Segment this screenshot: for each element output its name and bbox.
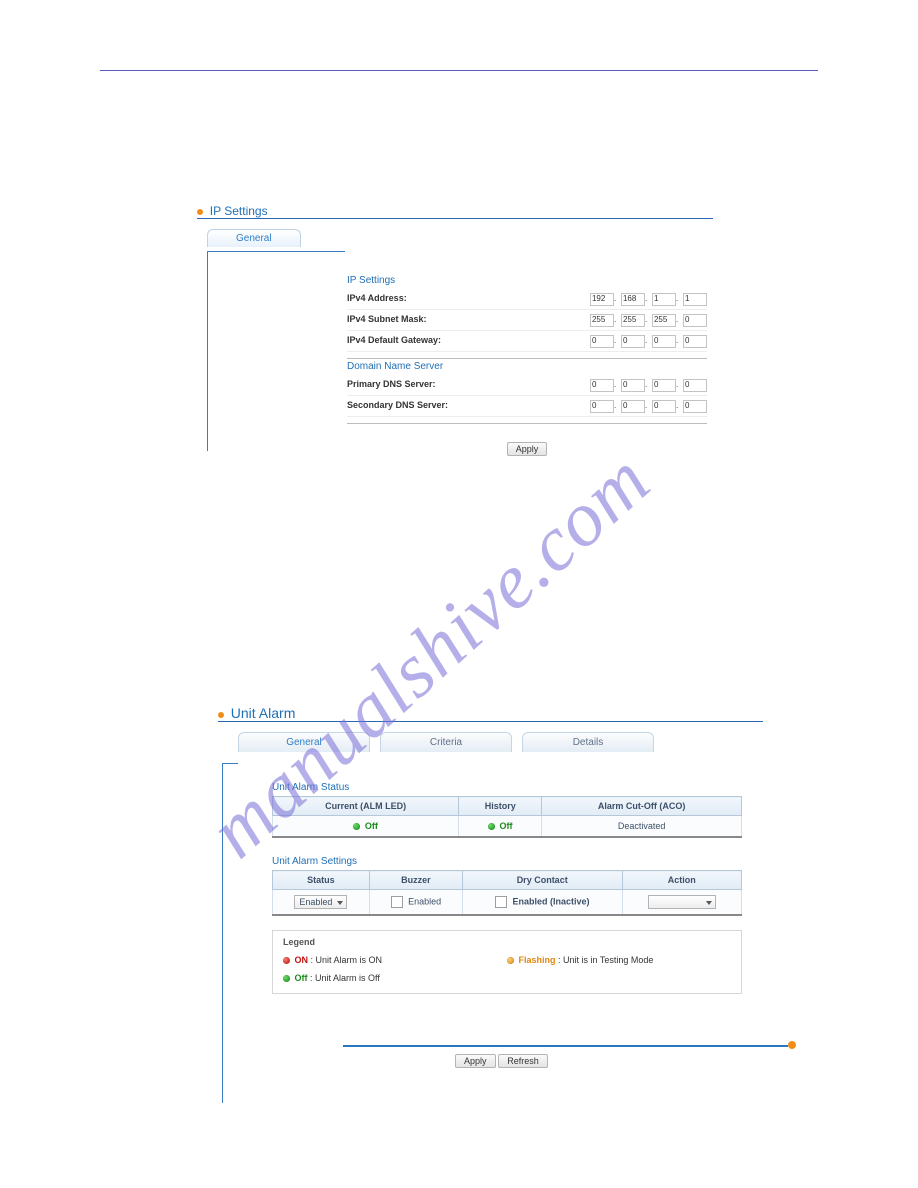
- panel-heading-row: Unit Alarm: [218, 705, 763, 721]
- buzzer-label: Enabled: [408, 896, 441, 906]
- row-primary-dns: Primary DNS Server: 0. 0. 0. 0: [347, 375, 707, 396]
- pdns-oct1[interactable]: 0: [590, 379, 614, 392]
- tab-frame-top: [207, 251, 345, 252]
- pdns-oct4[interactable]: 0: [683, 379, 707, 392]
- ipv4-address-oct1[interactable]: 192: [590, 293, 614, 306]
- action-select[interactable]: [648, 895, 716, 909]
- led-red-icon: [283, 957, 290, 964]
- gw-oct3[interactable]: 0: [652, 335, 676, 348]
- label-ipv4-subnet: IPv4 Subnet Mask:: [347, 314, 427, 324]
- row-ipv4-address: IPv4 Address: 192. 168. 1. 1: [347, 289, 707, 310]
- sdns-oct4[interactable]: 0: [683, 400, 707, 413]
- title-rule: [197, 218, 713, 219]
- status-select[interactable]: Enabled: [294, 895, 347, 909]
- sdns-oct2[interactable]: 0: [621, 400, 645, 413]
- label-ipv4-gateway: IPv4 Default Gateway:: [347, 335, 441, 345]
- apply-button[interactable]: Apply: [507, 442, 548, 456]
- pdns-oct3[interactable]: 0: [652, 379, 676, 392]
- gw-oct4[interactable]: 0: [683, 335, 707, 348]
- legend-on: ON : Unit Alarm is ON: [283, 955, 507, 965]
- legend-title: Legend: [283, 937, 731, 947]
- ip-settings-title: IP Settings: [210, 204, 268, 218]
- row-ipv4-subnet: IPv4 Subnet Mask: 255. 255. 255. 0: [347, 310, 707, 331]
- subnet-oct4[interactable]: 0: [683, 314, 707, 327]
- gw-oct1[interactable]: 0: [590, 335, 614, 348]
- ua-settings-head: Unit Alarm Settings: [272, 856, 742, 867]
- val-status: Enabled: [273, 890, 370, 916]
- gw-oct2[interactable]: 0: [621, 335, 645, 348]
- val-dry: Enabled (Inactive): [462, 890, 622, 916]
- dry-label: Enabled (Inactive): [512, 896, 589, 906]
- val-aco: Deactivated: [542, 816, 742, 838]
- legend-flashing: Flashing : Unit is in Testing Mode: [507, 955, 731, 965]
- section-divider-2: [347, 423, 707, 424]
- led-orange-icon: [507, 957, 514, 964]
- buzzer-checkbox[interactable]: [391, 896, 403, 908]
- unit-alarm-title: Unit Alarm: [231, 705, 296, 721]
- tab-general[interactable]: General: [207, 229, 301, 247]
- val-buzzer: Enabled: [369, 890, 462, 916]
- row-secondary-dns: Secondary DNS Server: 0. 0. 0. 0: [347, 396, 707, 417]
- tab-frame-left: [207, 251, 208, 451]
- ua-settings-table: Status Buzzer Dry Contact Action Enabled…: [272, 870, 742, 916]
- tab-criteria[interactable]: Criteria: [380, 732, 512, 752]
- led-green-icon: [283, 975, 290, 982]
- header-rule: [100, 70, 818, 71]
- ua-status-table: Current (ALM LED) History Alarm Cut-Off …: [272, 796, 742, 838]
- tab-details[interactable]: Details: [522, 732, 654, 752]
- col-action: Action: [622, 871, 742, 890]
- row-ipv4-gateway: IPv4 Default Gateway: 0. 0. 0. 0: [347, 331, 707, 352]
- sdns-oct1[interactable]: 0: [590, 400, 614, 413]
- val-history: Off: [459, 816, 542, 838]
- ua-content: Unit Alarm Status Current (ALM LED) Hist…: [272, 782, 742, 994]
- col-buzzer: Buzzer: [369, 871, 462, 890]
- label-secondary-dns: Secondary DNS Server:: [347, 400, 448, 410]
- ip-form: IP Settings IPv4 Address: 192. 168. 1. 1…: [347, 275, 707, 456]
- ua-frame-top: [222, 763, 238, 764]
- label-primary-dns: Primary DNS Server:: [347, 379, 436, 389]
- pdns-oct2[interactable]: 0: [621, 379, 645, 392]
- val-action: [622, 890, 742, 916]
- led-green-icon: [353, 823, 360, 830]
- bullet-icon: [197, 209, 203, 215]
- footer-rule: [343, 1045, 788, 1047]
- ua-status-head: Unit Alarm Status: [272, 782, 742, 793]
- ua-tab-row: General Criteria Details: [218, 732, 763, 752]
- ip-section-head: IP Settings: [347, 275, 707, 286]
- val-current: Off: [273, 816, 459, 838]
- col-status: Status: [273, 871, 370, 890]
- legend-box: Legend ON : Unit Alarm is ON Flashing : …: [272, 930, 742, 994]
- footer-refresh-button[interactable]: Refresh: [498, 1054, 548, 1068]
- unit-alarm-panel: Unit Alarm General Criteria Details Unit…: [218, 705, 763, 994]
- led-green-icon: [488, 823, 495, 830]
- label-ipv4-address: IPv4 Address:: [347, 293, 407, 303]
- ipv4-address-oct2[interactable]: 168: [621, 293, 645, 306]
- ip-settings-panel: IP Settings General IP Settings IPv4 Add…: [197, 204, 713, 456]
- col-aco: Alarm Cut-Off (ACO): [542, 797, 742, 816]
- legend-off: Off : Unit Alarm is Off: [283, 973, 507, 983]
- subnet-oct1[interactable]: 255: [590, 314, 614, 327]
- footer-button-row: Apply Refresh: [455, 1054, 548, 1068]
- title-rule-2: [218, 721, 763, 722]
- tab-general[interactable]: General: [238, 732, 370, 752]
- dns-section-head: Domain Name Server: [347, 361, 707, 372]
- footer-bullet-icon: [788, 1041, 796, 1049]
- col-current: Current (ALM LED): [273, 797, 459, 816]
- bullet-icon: [218, 712, 224, 718]
- subnet-oct3[interactable]: 255: [652, 314, 676, 327]
- col-dry: Dry Contact: [462, 871, 622, 890]
- subnet-oct2[interactable]: 255: [621, 314, 645, 327]
- ip-tab-row: General: [207, 229, 713, 247]
- footer-apply-button[interactable]: Apply: [455, 1054, 496, 1068]
- panel-heading-row: IP Settings: [197, 204, 713, 218]
- dry-checkbox[interactable]: [495, 896, 507, 908]
- ipv4-address-oct4[interactable]: 1: [683, 293, 707, 306]
- col-history: History: [459, 797, 542, 816]
- section-divider: [347, 358, 707, 359]
- sdns-oct3[interactable]: 0: [652, 400, 676, 413]
- ipv4-address-oct3[interactable]: 1: [652, 293, 676, 306]
- ua-frame-left: [222, 763, 223, 1103]
